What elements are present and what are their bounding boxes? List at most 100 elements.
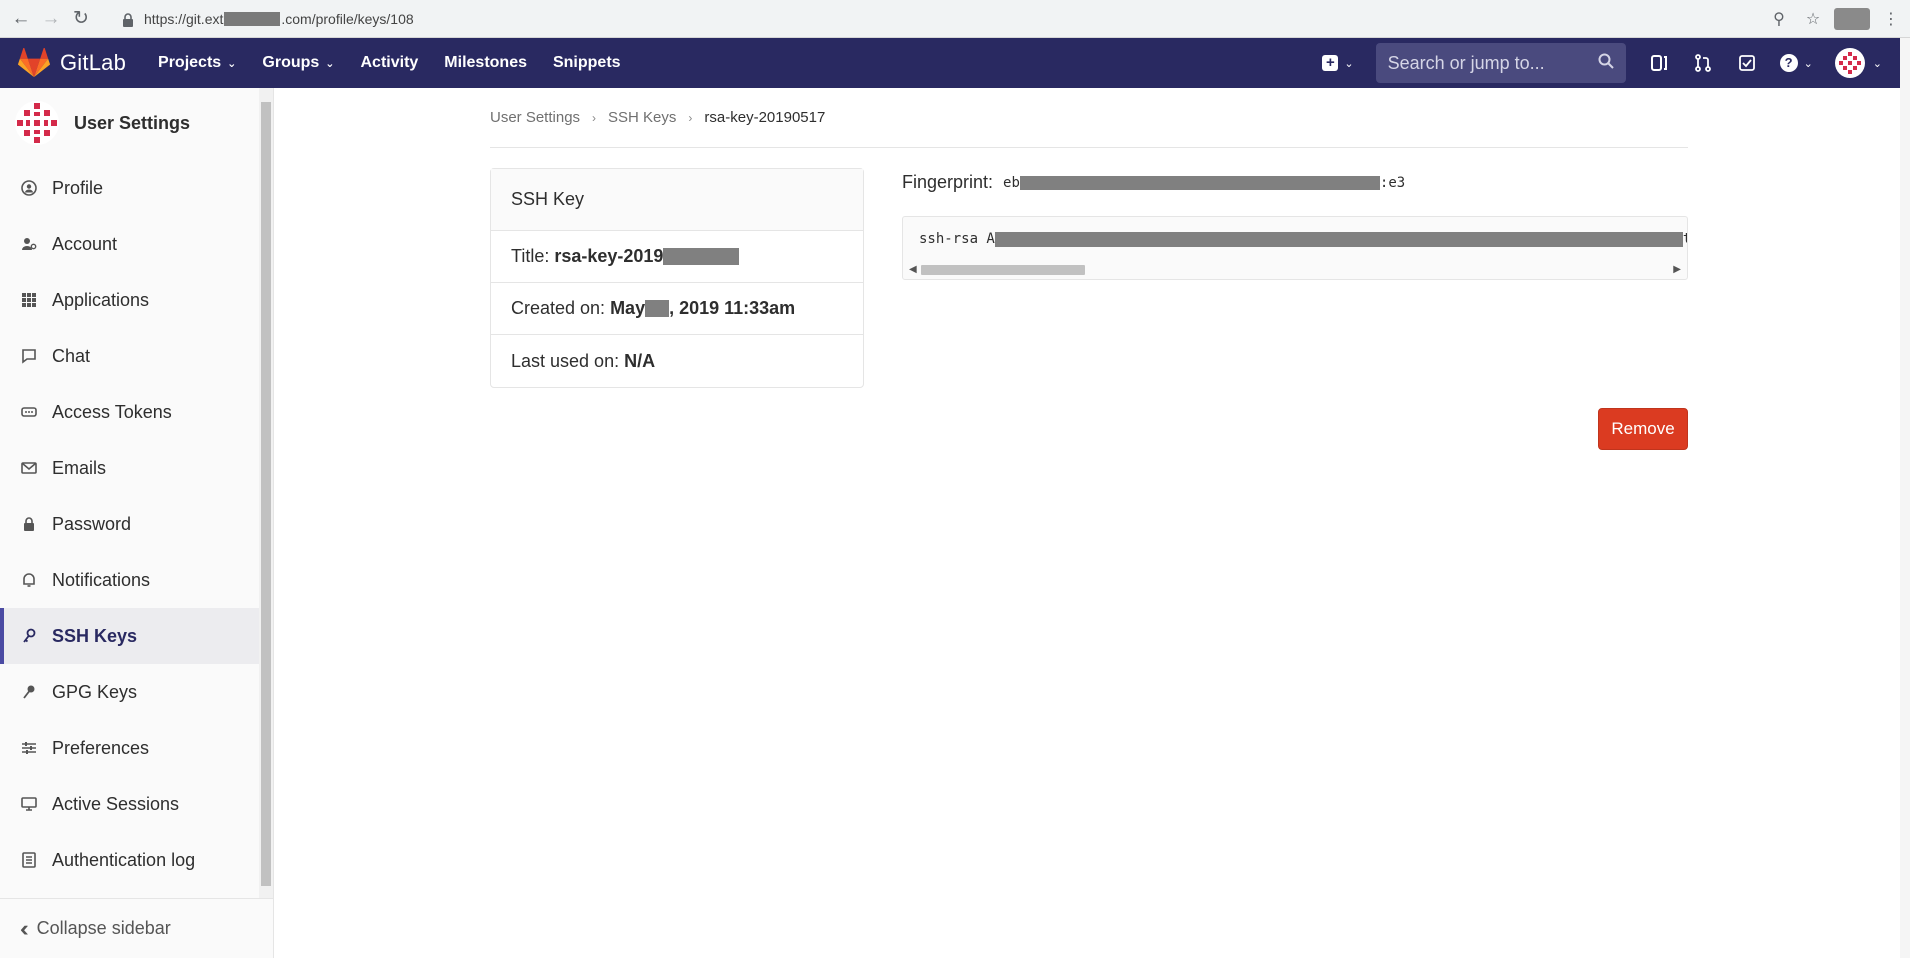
nav-snippets[interactable]: Snippets: [553, 54, 621, 72]
url-prefix: https://git.ext: [144, 11, 224, 27]
public-key-text: ssh-rsa At: [919, 231, 1687, 247]
breadcrumb-ssh-keys[interactable]: SSH Keys: [608, 109, 676, 126]
chevron-right-icon: ›: [688, 110, 693, 125]
settings-sidebar: User Settings Profile Account Applicatio…: [0, 88, 274, 958]
sidebar-item-applications[interactable]: Applications: [0, 272, 260, 328]
password-icon: [20, 515, 38, 533]
key-title-value: rsa-key-2019: [554, 246, 664, 266]
nav-activity[interactable]: Activity: [361, 54, 419, 72]
chevron-down-icon: ⌄: [1344, 57, 1354, 70]
fingerprint-value: eb:e3: [1003, 174, 1406, 191]
sidebar-item-active-sessions[interactable]: Active Sessions: [0, 776, 260, 832]
double-chevron-left-icon: ‹‹: [20, 915, 28, 941]
applications-icon: [20, 291, 38, 309]
address-bar[interactable]: https://git.ext .com/profile/keys/108: [108, 5, 1848, 33]
key-created-row: Created on: May, 2019 11:33am: [491, 283, 863, 335]
browser-toolbar: ← → ↻ https://git.ext .com/profile/keys/…: [0, 0, 1910, 38]
collapse-sidebar-button[interactable]: ‹‹ Collapse sidebar: [0, 898, 273, 958]
breadcrumb-current[interactable]: rsa-key-20190517: [704, 109, 825, 126]
sidebar-item-notifications[interactable]: Notifications: [0, 552, 260, 608]
sidebar-item-ssh-keys[interactable]: SSH Keys: [0, 608, 260, 664]
key-last-used-row: Last used on: N/A: [511, 350, 656, 371]
sidebar-item-access-tokens[interactable]: Access Tokens: [0, 384, 260, 440]
redacted-text: [1019, 175, 1380, 190]
gitlab-header: GitLab Projects ⌄ Groups ⌄ Activity Milest…: [0, 38, 1900, 88]
nav-milestones[interactable]: Milestones: [444, 54, 527, 72]
scroll-left-icon[interactable]: ◀: [909, 263, 917, 277]
back-arrow-icon[interactable]: ←: [6, 4, 36, 34]
breadcrumb-user-settings[interactable]: User Settings: [490, 109, 580, 126]
nav-projects[interactable]: Projects ⌄: [158, 54, 236, 72]
gitlab-logo[interactable]: GitLab: [18, 48, 126, 78]
notifications-icon: [20, 571, 38, 589]
chevron-down-icon: ⌄: [227, 57, 237, 70]
url-suffix: .com/profile/keys/108: [281, 11, 414, 27]
account-icon: [20, 235, 38, 253]
key-icon: [20, 627, 38, 645]
search-icon: [1598, 53, 1614, 74]
bookmark-star-icon[interactable]: ☆: [1800, 6, 1826, 32]
active-sessions-icon: [20, 795, 38, 813]
access-tokens-icon: [20, 403, 38, 421]
user-menu[interactable]: ⌄: [1834, 48, 1882, 78]
redacted-text: [994, 231, 1683, 247]
help-dropdown[interactable]: ? ⌄: [1779, 54, 1813, 72]
tanuki-logo-icon: [18, 48, 50, 78]
browser-profile-avatar[interactable]: [1834, 8, 1870, 30]
authentication-log-icon: [20, 851, 38, 869]
nav-groups[interactable]: Groups ⌄: [262, 54, 334, 72]
todos-icon[interactable]: [1736, 52, 1758, 74]
chevron-down-icon: ⌄: [1803, 57, 1813, 70]
sidebar-header[interactable]: User Settings: [0, 88, 273, 158]
avatar: [15, 101, 59, 145]
question-icon: ?: [1779, 54, 1798, 72]
search-input[interactable]: Search or jump to...: [1375, 43, 1626, 83]
ssh-key-card: SSH Key Title: rsa-key-2019 Created on: …: [490, 168, 864, 388]
key-icon: [20, 683, 38, 701]
issues-icon[interactable]: [1648, 52, 1670, 74]
plus-square-icon: +: [1322, 55, 1339, 71]
fingerprint: Fingerprint: eb:e3: [902, 172, 1405, 193]
chevron-down-icon: ⌄: [1872, 57, 1882, 70]
last-used-value: N/A: [624, 350, 656, 371]
profile-icon: [20, 179, 38, 197]
merge-requests-icon[interactable]: [1692, 52, 1714, 74]
horizontal-scrollbar[interactable]: ◀ ▶: [907, 263, 1683, 277]
fingerprint-label: Fingerprint:: [902, 172, 994, 192]
new-dropdown-button[interactable]: + ⌄: [1322, 55, 1354, 71]
key-title-row: Title: rsa-key-2019: [491, 231, 863, 283]
sidebar-item-password[interactable]: Password: [0, 496, 260, 552]
card-heading: SSH Key: [491, 169, 863, 231]
lock-icon: [122, 13, 134, 27]
sidebar-item-profile[interactable]: Profile: [0, 160, 260, 216]
sidebar-item-account[interactable]: Account: [0, 216, 260, 272]
sidebar-item-chat[interactable]: Chat: [0, 328, 260, 384]
redacted-text: [645, 300, 670, 317]
zoom-icon[interactable]: ⚲: [1766, 6, 1792, 32]
forward-arrow-icon[interactable]: →: [36, 4, 66, 34]
public-key-box[interactable]: ssh-rsa At ◀ ▶: [902, 216, 1688, 280]
chat-icon: [20, 347, 38, 365]
sidebar-scrollbar[interactable]: [259, 88, 273, 898]
avatar: [1834, 48, 1865, 78]
logo-text: GitLab: [60, 50, 127, 75]
sidebar-item-emails[interactable]: Emails: [0, 440, 260, 496]
remove-button[interactable]: Remove: [1598, 408, 1688, 450]
emails-icon: [20, 459, 38, 477]
breadcrumb: User Settings › SSH Keys › rsa-key-20190…: [490, 88, 1688, 148]
reload-icon[interactable]: ↻: [66, 4, 96, 34]
chevron-down-icon: ⌄: [325, 57, 335, 70]
chevron-right-icon: ›: [592, 110, 597, 125]
redacted-domain: [224, 12, 281, 26]
browser-menu-icon[interactable]: ⋮: [1878, 6, 1904, 32]
preferences-icon: [20, 739, 38, 757]
main-content: User Settings › SSH Keys › rsa-key-20190…: [490, 88, 1688, 450]
scroll-right-icon[interactable]: ▶: [1673, 263, 1681, 277]
scrollbar-thumb[interactable]: [921, 265, 1085, 275]
page-scrollbar[interactable]: [1900, 38, 1910, 958]
sidebar-item-preferences[interactable]: Preferences: [0, 720, 260, 776]
sidebar-item-authentication-log[interactable]: Authentication log: [0, 832, 260, 888]
redacted-text: [663, 248, 740, 265]
sidebar-title: User Settings: [74, 112, 191, 133]
sidebar-item-gpg-keys[interactable]: GPG Keys: [0, 664, 260, 720]
